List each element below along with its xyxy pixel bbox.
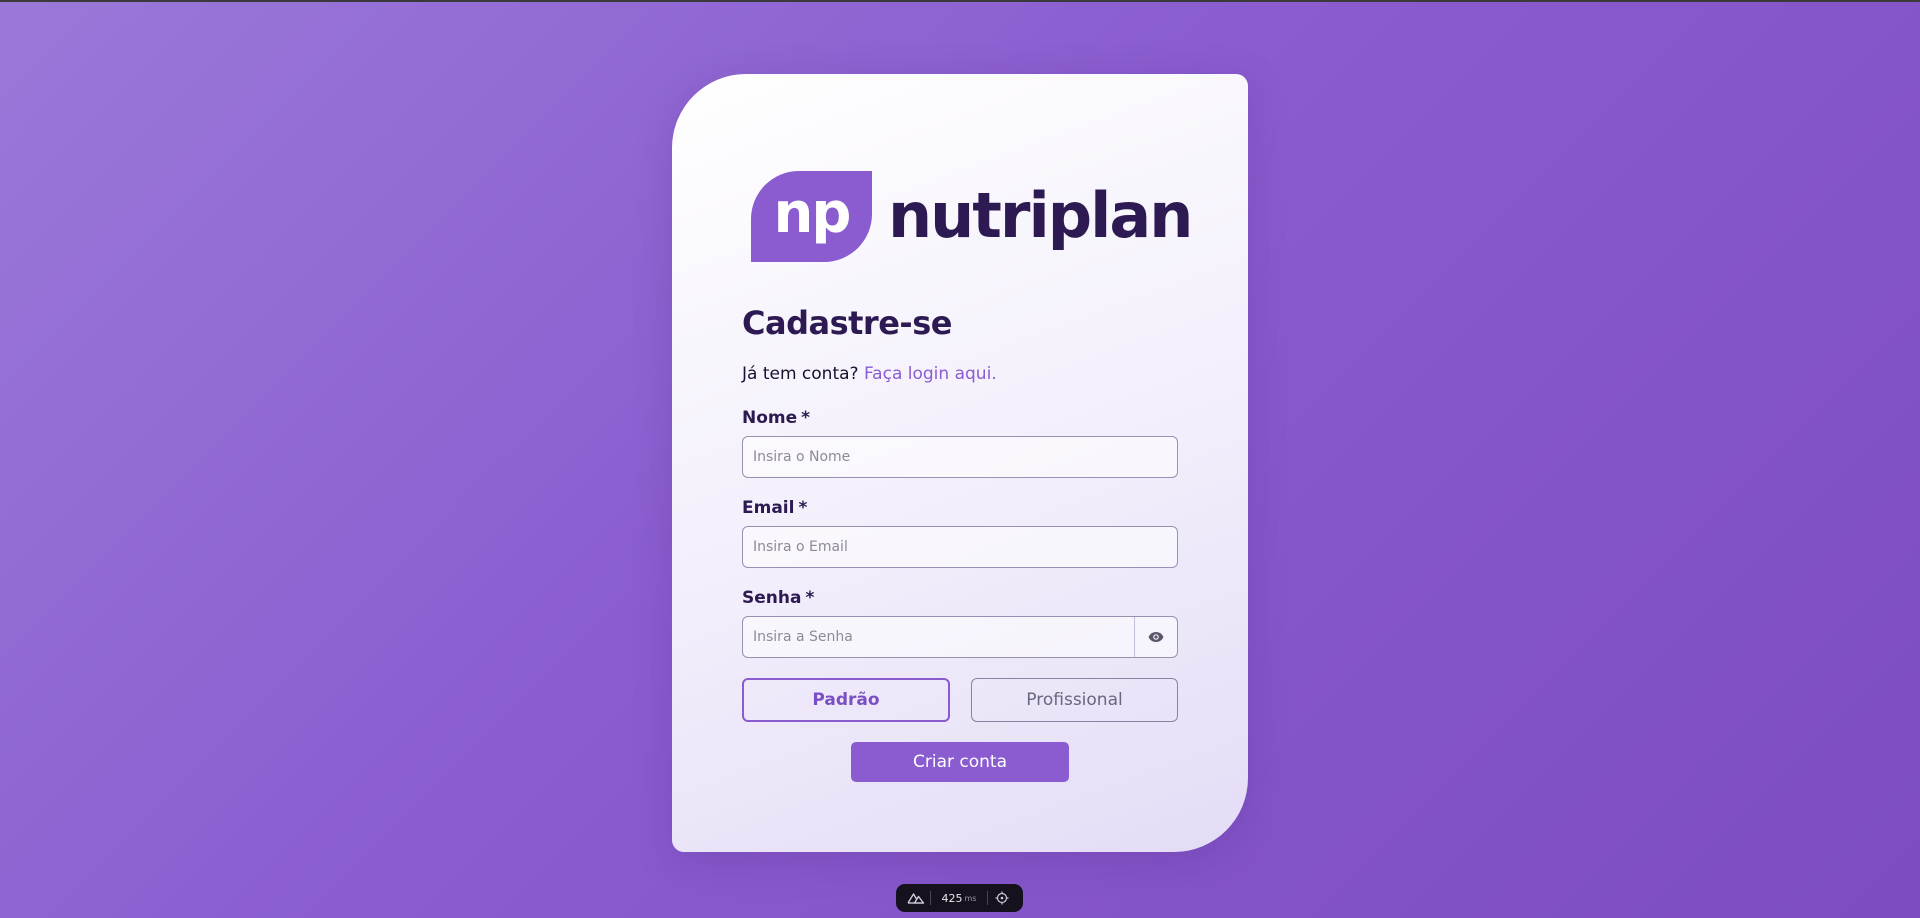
- login-prompt-line: Já tem conta? Faça login aqui.: [742, 364, 997, 384]
- password-input[interactable]: [743, 617, 1134, 657]
- login-link[interactable]: Faça login aqui.: [864, 364, 997, 384]
- devtools-inspect-button[interactable]: [988, 884, 1016, 912]
- password-label: Senha *: [742, 588, 814, 608]
- logo-wordmark: nutriplan: [888, 179, 1193, 252]
- password-label-text: Senha: [742, 588, 802, 608]
- devtools-timing[interactable]: 425 ms: [931, 884, 987, 912]
- toggle-password-visibility-button[interactable]: [1134, 617, 1177, 657]
- devtools-logo-button[interactable]: [902, 884, 930, 912]
- required-marker: *: [805, 588, 815, 608]
- name-label-text: Nome: [742, 408, 798, 428]
- required-marker: *: [798, 498, 808, 518]
- logo-mark: np: [751, 170, 872, 262]
- email-label: Email *: [742, 498, 807, 518]
- window-top-border: [0, 0, 1920, 2]
- devtools-bar: 425 ms: [896, 884, 1023, 912]
- password-field: [742, 616, 1178, 658]
- required-marker: *: [801, 408, 811, 428]
- name-label: Nome *: [742, 408, 810, 428]
- brand-logo: np nutriplan: [751, 170, 1193, 262]
- timing-value: 425: [941, 891, 963, 905]
- name-input[interactable]: [742, 436, 1178, 478]
- create-account-button[interactable]: Criar conta: [851, 742, 1069, 782]
- nuxt-icon: [907, 893, 925, 904]
- account-type-professional-button[interactable]: Profissional: [971, 678, 1178, 722]
- email-input[interactable]: [742, 526, 1178, 568]
- crosshair-icon: [995, 891, 1009, 905]
- login-prompt-text: Já tem conta?: [742, 364, 859, 384]
- timing-unit: ms: [964, 893, 977, 903]
- email-label-text: Email: [742, 498, 795, 518]
- page-title: Cadastre-se: [742, 304, 952, 342]
- account-type-standard-button[interactable]: Padrão: [742, 678, 950, 722]
- eye-icon: [1148, 632, 1164, 642]
